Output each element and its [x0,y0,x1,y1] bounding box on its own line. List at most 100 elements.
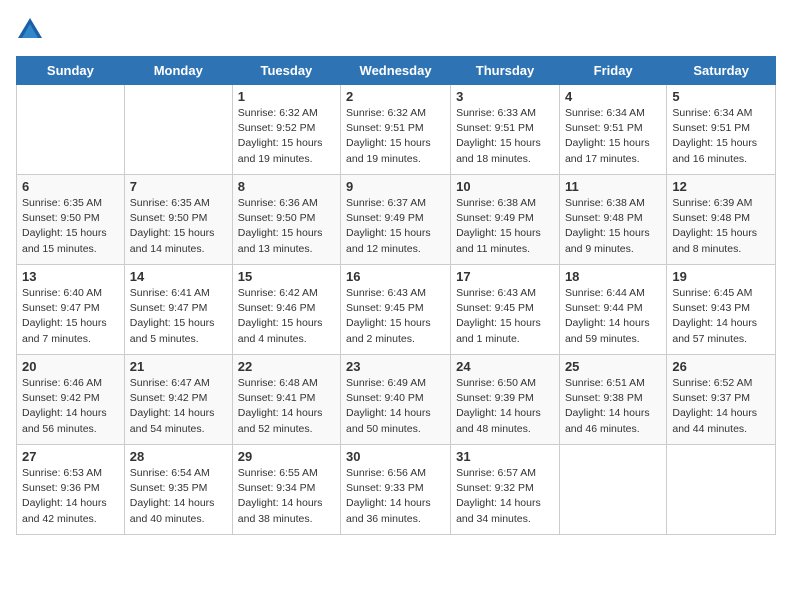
day-info: Sunrise: 6:47 AM Sunset: 9:42 PM Dayligh… [130,376,227,437]
calendar-cell: 6Sunrise: 6:35 AM Sunset: 9:50 PM Daylig… [17,175,125,265]
day-number: 2 [346,89,445,104]
calendar-cell: 12 Sunrise: 6:39 AM Sunset: 9:48 PM Dayli… [667,175,776,265]
calendar-cell: 8Sunrise: 6:36 AM Sunset: 9:50 PM Daylig… [232,175,340,265]
day-info: Sunrise: 6:52 AM Sunset: 9:37 PM Dayligh… [672,376,770,437]
weekday-header-wednesday: Wednesday [341,57,451,85]
calendar-cell: 24 Sunrise: 6:50 AM Sunset: 9:39 PM Dayli… [451,355,560,445]
calendar-cell: 14 Sunrise: 6:41 AM Sunset: 9:47 PM Dayli… [124,265,232,355]
calendar-cell: 28Sunrise: 6:54 AM Sunset: 9:35 PM Dayli… [124,445,232,535]
day-number: 25 [565,359,661,374]
day-info: Sunrise: 6:39 AM Sunset: 9:48 PM Dayligh… [672,196,770,257]
calendar-cell: 1 Sunrise: 6:32 AM Sunset: 9:52 PM Daylig… [232,85,340,175]
weekday-header-friday: Friday [559,57,666,85]
calendar-cell: 31 Sunrise: 6:57 AM Sunset: 9:32 PM Dayli… [451,445,560,535]
calendar-cell: 23 Sunrise: 6:49 AM Sunset: 9:40 PM Dayli… [341,355,451,445]
weekday-header-monday: Monday [124,57,232,85]
day-number: 19 [672,269,770,284]
weekday-header-thursday: Thursday [451,57,560,85]
day-info: Sunrise: 6:50 AM Sunset: 9:39 PM Dayligh… [456,376,554,437]
day-number: 21 [130,359,227,374]
day-number: 26 [672,359,770,374]
day-info: Sunrise: 6:54 AM Sunset: 9:35 PM Dayligh… [130,466,227,527]
day-number: 27 [22,449,119,464]
day-number: 29 [238,449,335,464]
day-info: Sunrise: 6:40 AM Sunset: 9:47 PM Dayligh… [22,286,119,347]
day-number: 31 [456,449,554,464]
day-number: 9 [346,179,445,194]
day-info: Sunrise: 6:55 AM Sunset: 9:34 PM Dayligh… [238,466,335,527]
day-number: 3 [456,89,554,104]
logo [16,16,48,44]
weekday-header-sunday: Sunday [17,57,125,85]
day-info: Sunrise: 6:36 AM Sunset: 9:50 PM Dayligh… [238,196,335,257]
calendar-cell: 3 Sunrise: 6:33 AM Sunset: 9:51 PM Daylig… [451,85,560,175]
day-info: Sunrise: 6:53 AM Sunset: 9:36 PM Dayligh… [22,466,119,527]
day-number: 17 [456,269,554,284]
page-header [16,16,776,44]
calendar-cell [17,85,125,175]
calendar-cell: 15Sunrise: 6:42 AM Sunset: 9:46 PM Dayli… [232,265,340,355]
day-info: Sunrise: 6:45 AM Sunset: 9:43 PM Dayligh… [672,286,770,347]
day-number: 10 [456,179,554,194]
calendar-cell: 13Sunrise: 6:40 AM Sunset: 9:47 PM Dayli… [17,265,125,355]
day-info: Sunrise: 6:49 AM Sunset: 9:40 PM Dayligh… [346,376,445,437]
day-number: 20 [22,359,119,374]
day-number: 23 [346,359,445,374]
day-number: 15 [238,269,335,284]
day-info: Sunrise: 6:33 AM Sunset: 9:51 PM Dayligh… [456,106,554,167]
day-number: 16 [346,269,445,284]
calendar-cell: 16 Sunrise: 6:43 AM Sunset: 9:45 PM Dayli… [341,265,451,355]
day-info: Sunrise: 6:51 AM Sunset: 9:38 PM Dayligh… [565,376,661,437]
day-number: 14 [130,269,227,284]
day-info: Sunrise: 6:48 AM Sunset: 9:41 PM Dayligh… [238,376,335,437]
day-info: Sunrise: 6:38 AM Sunset: 9:48 PM Dayligh… [565,196,661,257]
calendar-cell: 11 Sunrise: 6:38 AM Sunset: 9:48 PM Dayli… [559,175,666,265]
calendar-cell: 9 Sunrise: 6:37 AM Sunset: 9:49 PM Daylig… [341,175,451,265]
calendar-table: SundayMondayTuesdayWednesdayThursdayFrid… [16,56,776,535]
calendar-cell [124,85,232,175]
calendar-cell: 26 Sunrise: 6:52 AM Sunset: 9:37 PM Dayli… [667,355,776,445]
day-info: Sunrise: 6:43 AM Sunset: 9:45 PM Dayligh… [346,286,445,347]
day-number: 18 [565,269,661,284]
day-number: 1 [238,89,335,104]
calendar-cell [667,445,776,535]
calendar-cell [559,445,666,535]
day-info: Sunrise: 6:32 AM Sunset: 9:52 PM Dayligh… [238,106,335,167]
day-number: 22 [238,359,335,374]
day-number: 12 [672,179,770,194]
calendar-cell: 5 Sunrise: 6:34 AM Sunset: 9:51 PM Daylig… [667,85,776,175]
calendar-cell: 2 Sunrise: 6:32 AM Sunset: 9:51 PM Daylig… [341,85,451,175]
calendar-cell: 10 Sunrise: 6:38 AM Sunset: 9:49 PM Dayli… [451,175,560,265]
calendar-cell: 29 Sunrise: 6:55 AM Sunset: 9:34 PM Dayli… [232,445,340,535]
calendar-cell: 21 Sunrise: 6:47 AM Sunset: 9:42 PM Dayli… [124,355,232,445]
day-info: Sunrise: 6:57 AM Sunset: 9:32 PM Dayligh… [456,466,554,527]
calendar-cell: 22 Sunrise: 6:48 AM Sunset: 9:41 PM Dayli… [232,355,340,445]
day-number: 11 [565,179,661,194]
day-info: Sunrise: 6:43 AM Sunset: 9:45 PM Dayligh… [456,286,554,347]
calendar-cell: 25 Sunrise: 6:51 AM Sunset: 9:38 PM Dayli… [559,355,666,445]
day-info: Sunrise: 6:56 AM Sunset: 9:33 PM Dayligh… [346,466,445,527]
calendar-cell: 17 Sunrise: 6:43 AM Sunset: 9:45 PM Dayli… [451,265,560,355]
calendar-week-4: 20Sunrise: 6:46 AM Sunset: 9:42 PM Dayli… [17,355,776,445]
calendar-week-2: 6Sunrise: 6:35 AM Sunset: 9:50 PM Daylig… [17,175,776,265]
calendar-cell: 7Sunrise: 6:35 AM Sunset: 9:50 PM Daylig… [124,175,232,265]
calendar-cell: 18 Sunrise: 6:44 AM Sunset: 9:44 PM Dayli… [559,265,666,355]
calendar-cell: 30 Sunrise: 6:56 AM Sunset: 9:33 PM Dayli… [341,445,451,535]
calendar-cell: 27 Sunrise: 6:53 AM Sunset: 9:36 PM Dayli… [17,445,125,535]
day-info: Sunrise: 6:38 AM Sunset: 9:49 PM Dayligh… [456,196,554,257]
day-info: Sunrise: 6:32 AM Sunset: 9:51 PM Dayligh… [346,106,445,167]
calendar-cell: 19 Sunrise: 6:45 AM Sunset: 9:43 PM Dayli… [667,265,776,355]
day-number: 6 [22,179,119,194]
calendar-cell: 4 Sunrise: 6:34 AM Sunset: 9:51 PM Daylig… [559,85,666,175]
day-info: Sunrise: 6:37 AM Sunset: 9:49 PM Dayligh… [346,196,445,257]
day-number: 24 [456,359,554,374]
day-info: Sunrise: 6:41 AM Sunset: 9:47 PM Dayligh… [130,286,227,347]
day-number: 5 [672,89,770,104]
day-info: Sunrise: 6:44 AM Sunset: 9:44 PM Dayligh… [565,286,661,347]
day-number: 7 [130,179,227,194]
day-info: Sunrise: 6:34 AM Sunset: 9:51 PM Dayligh… [565,106,661,167]
calendar-header-row: SundayMondayTuesdayWednesdayThursdayFrid… [17,57,776,85]
day-info: Sunrise: 6:34 AM Sunset: 9:51 PM Dayligh… [672,106,770,167]
day-number: 30 [346,449,445,464]
day-number: 4 [565,89,661,104]
